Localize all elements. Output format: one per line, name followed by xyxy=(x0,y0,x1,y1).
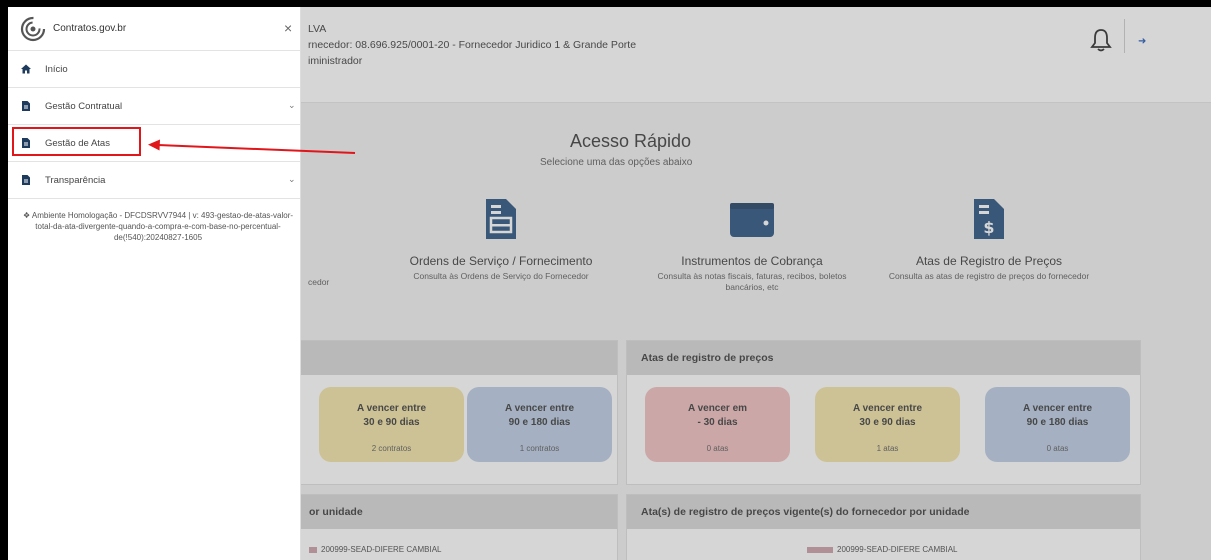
screen: LVA rnecedor: 08.696.925/0001-20 - Forne… xyxy=(8,7,1211,560)
sidebar-item-label: Transparência xyxy=(45,175,106,186)
environment-info: ❖ Ambiente Homologação - DFCDSRVV7944 | … xyxy=(22,211,294,242)
file-icon xyxy=(22,175,30,185)
sidebar-item-transparencia[interactable]: Transparência ⌄ xyxy=(8,162,300,199)
chevron-down-icon[interactable]: ⌄ xyxy=(288,174,296,185)
annotation-arrow-icon xyxy=(148,139,356,154)
